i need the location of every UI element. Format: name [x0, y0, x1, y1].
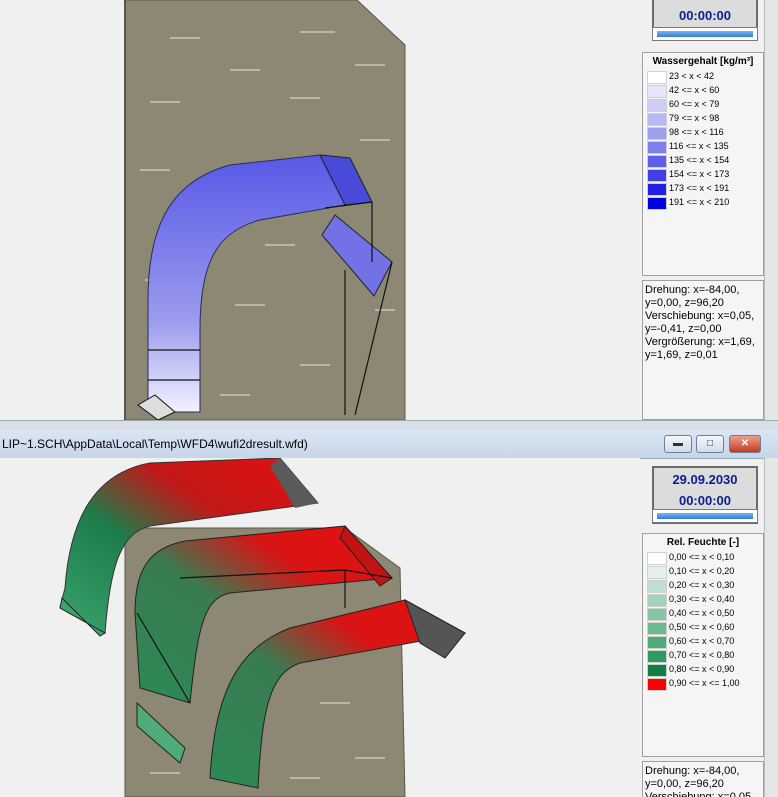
- legend-label: 98 <= x < 116: [669, 127, 724, 137]
- view-transform-info: Drehung: x=-84,00, y=0,00, z=96,20 Versc…: [642, 280, 764, 420]
- close-button[interactable]: ✕: [729, 435, 761, 453]
- legend-label: 0,50 <= x < 0,60: [669, 622, 735, 632]
- legend-item: 0,20 <= x < 0,30: [643, 578, 763, 593]
- legend-item: 116 <= x < 135: [643, 139, 763, 154]
- legend-label: 0,80 <= x < 0,90: [669, 664, 735, 674]
- legend-item: 0,90 <= x <= 1,00: [643, 676, 763, 691]
- window-title: LIP~1.SCH\AppData\Local\Temp\WFD4\wufi2d…: [2, 437, 308, 451]
- bottom-3d-viewport[interactable]: [0, 458, 640, 797]
- maximize-icon: □: [706, 438, 714, 449]
- legend-label: 173 <= x < 191: [669, 183, 730, 193]
- top-3d-viewport[interactable]: [0, 0, 640, 420]
- legend-label: 154 <= x < 173: [669, 169, 730, 179]
- view-transform-info: Drehung: x=-84,00, y=0,00, z=96,20 Versc…: [642, 761, 764, 797]
- legend-item: 0,00 <= x < 0,10: [643, 550, 763, 565]
- time-slider[interactable]: [652, 509, 758, 523]
- legend-swatch: [647, 197, 667, 210]
- legend-label: 79 <= x < 98: [669, 113, 720, 123]
- legend-label: 191 <= x < 210: [669, 197, 730, 207]
- legend-label: 0,60 <= x < 0,70: [669, 636, 735, 646]
- vertical-scrollbar[interactable]: [764, 458, 778, 797]
- legend-item: 135 <= x < 154: [643, 153, 763, 168]
- legend-label: 0,70 <= x < 0,80: [669, 650, 735, 660]
- legend-item: 0,30 <= x < 0,40: [643, 592, 763, 607]
- maximize-button[interactable]: □: [696, 435, 724, 453]
- minimize-button[interactable]: ▬: [664, 435, 692, 453]
- legend-swatch: [647, 678, 667, 691]
- water-content-3d-view: [124, 0, 406, 420]
- legend-item: 23 < x < 42: [643, 69, 763, 84]
- time-slider-track: [657, 513, 753, 519]
- legend-label: 0,00 <= x < 0,10: [669, 552, 735, 562]
- legend-item: 98 <= x < 116: [643, 125, 763, 140]
- legend-title: Wassergehalt [kg/m³]: [652, 56, 754, 67]
- time-slider-track: [657, 31, 753, 37]
- legend-label: 135 <= x < 154: [669, 155, 730, 165]
- vertical-scrollbar[interactable]: [764, 0, 778, 420]
- close-icon: ✕: [740, 438, 750, 449]
- legend-item: 42 <= x < 60: [643, 83, 763, 98]
- legend-label: 60 <= x < 79: [669, 99, 720, 109]
- legend-label: 0,10 <= x < 0,20: [669, 566, 735, 576]
- bottom-result-window: 29.09.2030 00:00:00 Rel. Feuchte [-] 0,0…: [0, 458, 778, 797]
- top-result-window: 00:00:00 Wassergehalt [kg/m³] 23 < x < 4…: [0, 0, 778, 420]
- legend-label: 0,30 <= x < 0,40: [669, 594, 735, 604]
- time-value: 00:00:00: [678, 8, 732, 23]
- legend-item: 0,70 <= x < 0,80: [643, 648, 763, 663]
- legend-item: 154 <= x < 173: [643, 167, 763, 182]
- rel-humidity-legend: Rel. Feuchte [-] 0,00 <= x < 0,10 0,10 <=…: [642, 533, 764, 757]
- time-slider[interactable]: [652, 27, 758, 41]
- legend-items: 23 < x < 42 42 <= x < 60 60 <= x < 79 79 <=…: [643, 69, 763, 210]
- legend-item: 0,80 <= x < 0,90: [643, 662, 763, 677]
- water-content-legend: Wassergehalt [kg/m³] 23 < x < 42 42 <= x …: [642, 52, 764, 276]
- legend-item: 0,50 <= x < 0,60: [643, 620, 763, 635]
- date-value: 29.09.2030: [672, 472, 738, 487]
- legend-label: 42 <= x < 60: [669, 85, 720, 95]
- legend-item: 173 <= x < 191: [643, 181, 763, 196]
- legend-item: 0,40 <= x < 0,50: [643, 606, 763, 621]
- legend-item: 0,10 <= x < 0,20: [643, 564, 763, 579]
- legend-title: Rel. Feuchte [-]: [666, 537, 740, 548]
- minimize-icon: ▬: [673, 438, 683, 449]
- legend-label: 116 <= x < 135: [669, 141, 729, 151]
- legend-item: 191 <= x < 210: [643, 195, 763, 210]
- legend-item: 0,60 <= x < 0,70: [643, 634, 763, 649]
- legend-items: 0,00 <= x < 0,10 0,10 <= x < 0,20 0,20 <= …: [643, 550, 763, 691]
- legend-item: 79 <= x < 98: [643, 111, 763, 126]
- rel-humidity-3d-view: [59, 458, 467, 797]
- legend-label: 23 < x < 42: [669, 71, 715, 81]
- legend-label: 0,90 <= x <= 1,00: [669, 678, 740, 688]
- legend-label: 0,40 <= x < 0,50: [669, 608, 735, 618]
- bottom-window-titlebar[interactable]: LIP~1.SCH\AppData\Local\Temp\WFD4\wufi2d…: [0, 430, 778, 459]
- time-value: 00:00:00: [678, 493, 732, 508]
- legend-item: 60 <= x < 79: [643, 97, 763, 112]
- legend-label: 0,20 <= x < 0,30: [669, 580, 735, 590]
